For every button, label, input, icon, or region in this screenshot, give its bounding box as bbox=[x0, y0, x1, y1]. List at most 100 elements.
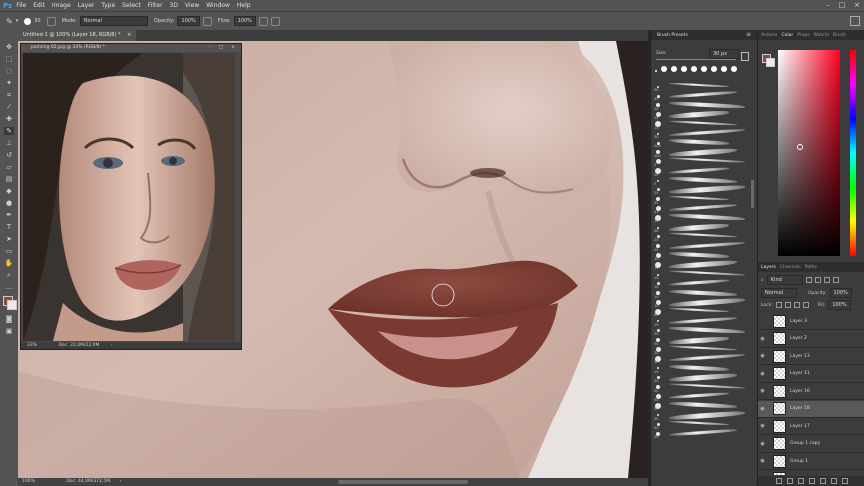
tab-channels[interactable]: Channels bbox=[780, 265, 801, 270]
brush-preset-item[interactable]: 30 bbox=[653, 382, 751, 393]
layer-row[interactable]: ◉ Group 1 copy bbox=[758, 436, 864, 453]
pen-tool-icon[interactable]: ✒ bbox=[4, 211, 14, 219]
brush-preset-item[interactable]: 20 bbox=[653, 100, 751, 111]
quick-mask-icon[interactable]: ◙ bbox=[4, 315, 14, 323]
lasso-tool-icon[interactable]: ◌ bbox=[4, 67, 14, 75]
lock-position-icon[interactable] bbox=[793, 302, 800, 308]
close-icon[interactable]: × bbox=[854, 1, 860, 9]
visibility-eye-icon[interactable]: ◉ bbox=[758, 353, 767, 359]
tab-close-icon[interactable]: × bbox=[127, 32, 131, 38]
filter-pixel-icon[interactable] bbox=[805, 277, 812, 283]
brush-preset-item[interactable]: 30 bbox=[653, 335, 751, 346]
move-tool-icon[interactable]: ✥ bbox=[4, 43, 14, 51]
chevron-down-icon[interactable]: ▾ bbox=[16, 18, 19, 24]
visibility-eye-icon[interactable]: ◉ bbox=[758, 423, 767, 429]
reference-title-bar[interactable]: painting 02.jpg @ 33% (RGB/8) * – □ × bbox=[21, 44, 241, 52]
brush-preset-item[interactable]: 30 bbox=[653, 128, 751, 139]
horizontal-scrollbar[interactable] bbox=[338, 480, 468, 484]
brush-preset-item[interactable]: 60 bbox=[653, 307, 751, 317]
menu-edit[interactable]: Edit bbox=[33, 2, 45, 9]
lock-all-icon[interactable] bbox=[802, 302, 809, 308]
brush-presets-tab[interactable]: Brush Presets bbox=[657, 33, 688, 38]
layer-name[interactable]: Group 1 bbox=[790, 459, 808, 464]
brush-tip-row[interactable] bbox=[655, 66, 751, 80]
marquee-tool-icon[interactable]: ⬚ bbox=[4, 55, 14, 63]
reference-status-arrow-icon[interactable]: › bbox=[111, 343, 113, 348]
brush-preset-item[interactable]: 3 bbox=[653, 157, 751, 167]
zoom-tool-icon[interactable]: ⌕ bbox=[4, 271, 14, 279]
filter-adjust-icon[interactable] bbox=[814, 277, 821, 283]
zoom-level[interactable]: 100% bbox=[22, 479, 35, 484]
workspace-icon[interactable] bbox=[850, 16, 860, 26]
brush-preset-item[interactable]: 30 bbox=[653, 82, 751, 92]
layer-name[interactable]: Layer 13 bbox=[790, 354, 810, 359]
new-group-icon[interactable] bbox=[819, 478, 826, 484]
reference-minimize-icon[interactable]: – bbox=[209, 44, 211, 52]
document-tab[interactable]: Untitled-1 @ 100% (Layer 18, RGB/8) * × bbox=[18, 30, 137, 41]
lock-transparent-icon[interactable] bbox=[775, 302, 782, 308]
brush-preset-item[interactable]: 30 bbox=[653, 420, 751, 430]
menu-select[interactable]: Select bbox=[122, 2, 141, 9]
tab-props[interactable]: Props bbox=[797, 33, 809, 38]
type-tool-icon[interactable]: T bbox=[4, 223, 14, 231]
layer-row[interactable]: ◉ Layer 17 bbox=[758, 418, 864, 435]
visibility-eye-icon[interactable]: ◉ bbox=[758, 441, 767, 447]
background-color-swatch[interactable] bbox=[7, 300, 17, 310]
maximize-icon[interactable]: □ bbox=[839, 1, 846, 9]
opacity-field[interactable]: 100% bbox=[177, 16, 200, 26]
reference-window[interactable]: painting 02.jpg @ 33% (RGB/8) * – □ × 33… bbox=[20, 43, 242, 350]
brush-preset-item[interactable]: 10 bbox=[653, 260, 751, 270]
brush-preset-item[interactable]: 12 bbox=[653, 213, 751, 223]
layer-row[interactable]: ◉ Layer 11 bbox=[758, 366, 864, 383]
delete-layer-icon[interactable] bbox=[841, 478, 848, 484]
brush-preset-item[interactable]: 30 bbox=[653, 410, 751, 421]
path-select-tool-icon[interactable]: ➤ bbox=[4, 235, 14, 243]
fill-field[interactable]: 100% bbox=[828, 300, 851, 310]
brush-tool-icon[interactable]: ✎ bbox=[4, 127, 14, 135]
adjustment-layer-icon[interactable] bbox=[808, 478, 815, 484]
layer-row[interactable]: Layer 3 bbox=[758, 313, 864, 330]
color-saturation-field[interactable] bbox=[778, 50, 840, 256]
filter-type-icon[interactable] bbox=[823, 277, 830, 283]
fx-icon[interactable] bbox=[786, 478, 793, 484]
mode-select[interactable]: Normal bbox=[79, 16, 148, 26]
quick-select-tool-icon[interactable]: ✦ bbox=[4, 79, 14, 87]
brush-list[interactable]: 30 45 20 25 13 30 200 200 3 50 3 25 35 43 12 48 25 25 10 10… bbox=[653, 82, 751, 482]
filter-shape-icon[interactable] bbox=[832, 277, 839, 283]
brush-preset-item[interactable]: 45 bbox=[653, 91, 751, 101]
visibility-eye-icon[interactable]: ◉ bbox=[758, 371, 767, 377]
brush-preset-item[interactable]: 30 bbox=[653, 391, 751, 402]
brush-preset-item[interactable]: 43 bbox=[653, 203, 751, 214]
status-arrow-icon[interactable]: › bbox=[120, 479, 122, 484]
menu-filter[interactable]: Filter bbox=[148, 2, 163, 9]
eyedropper-tool-icon[interactable]: ⁄ bbox=[4, 103, 14, 111]
brush-preset-item[interactable]: 25 bbox=[653, 232, 751, 242]
brush-preset-item[interactable]: 30 bbox=[653, 429, 751, 439]
color-bg-swatch[interactable] bbox=[766, 58, 775, 67]
brush-preset-item[interactable]: 13 bbox=[653, 119, 751, 130]
menu-file[interactable]: File bbox=[16, 2, 26, 9]
dodge-tool-icon[interactable]: ● bbox=[4, 199, 14, 207]
brush-preset-item[interactable]: 35 bbox=[653, 195, 751, 205]
brush-preset-item[interactable]: 3 bbox=[653, 176, 751, 186]
tab-layers[interactable]: Layers bbox=[761, 265, 776, 270]
visibility-eye-icon[interactable]: ◉ bbox=[758, 336, 767, 342]
hand-tool-icon[interactable]: ✋ bbox=[4, 259, 14, 267]
more-tools-icon[interactable]: … bbox=[4, 283, 14, 291]
visibility-eye-icon[interactable]: ◉ bbox=[758, 388, 767, 394]
blur-tool-icon[interactable]: ◆ bbox=[4, 187, 14, 195]
new-layer-icon[interactable] bbox=[830, 478, 837, 484]
shape-tool-icon[interactable]: ▭ bbox=[4, 247, 14, 255]
brush-preset-item[interactable]: 25 bbox=[653, 184, 751, 195]
layer-blend-select[interactable]: Normal bbox=[761, 288, 797, 298]
menu-type[interactable]: Type bbox=[101, 2, 115, 9]
healing-tool-icon[interactable]: ✚ bbox=[4, 115, 14, 123]
brush-preset-item[interactable]: 25 bbox=[653, 110, 751, 120]
menu-image[interactable]: Image bbox=[52, 2, 71, 9]
brush-preset-item[interactable]: 19 bbox=[653, 316, 751, 327]
pressure-opacity-icon[interactable] bbox=[202, 16, 212, 26]
layer-name[interactable]: Layer 3 bbox=[790, 319, 807, 324]
brush-preset-item[interactable]: 200 bbox=[653, 138, 751, 148]
menu-3d[interactable]: 3D bbox=[170, 2, 178, 9]
panel-menu-icon[interactable]: ≡ bbox=[746, 31, 751, 38]
